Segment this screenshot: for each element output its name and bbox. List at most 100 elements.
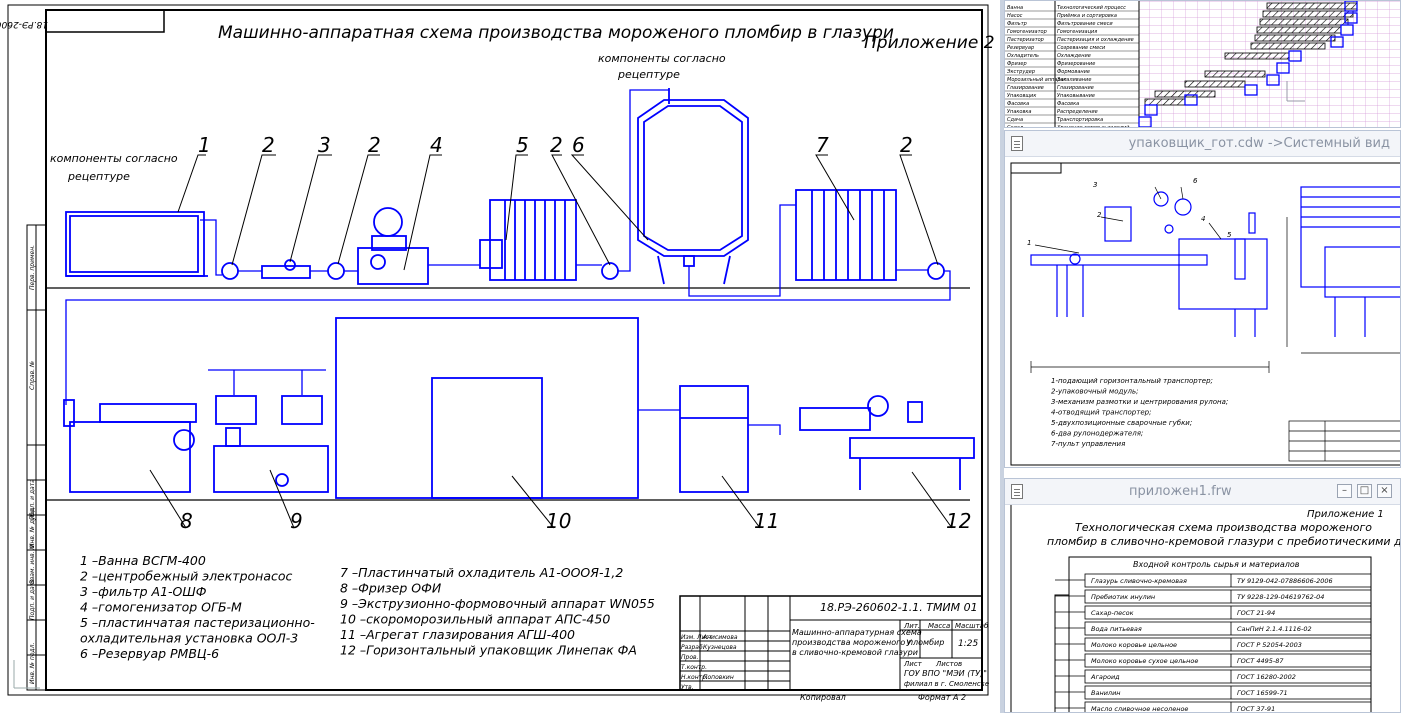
legend-item: 6 –Резервуар РМВЦ-6 bbox=[80, 646, 219, 661]
control-row-name: Масло сливочное несоленое bbox=[1091, 705, 1188, 713]
legend-item: 2 –центробежный электронасос bbox=[80, 569, 293, 584]
control-row-name: Молоко коровье цельное bbox=[1091, 641, 1177, 649]
control-row-doc: ТУ 9228-129-04619762-04 bbox=[1237, 593, 1324, 601]
title-block-row-name: Анисимова bbox=[702, 634, 738, 641]
callout-2: 2 bbox=[550, 133, 563, 157]
title-block-name-3: в сливочно-кремовой глазури bbox=[792, 648, 918, 657]
window-packer[interactable]: упаковщик_гот.cdw ->Системный вид 1 2 3 … bbox=[1004, 130, 1401, 468]
gantt-row-desc: Глазирование bbox=[1057, 85, 1094, 91]
callout-10: 10 bbox=[546, 509, 571, 533]
gantt-row-desc: Приёмка и сортировка bbox=[1057, 13, 1117, 19]
gantt-row-desc: Хранение готовых изделий bbox=[1056, 125, 1130, 128]
legend-left: 1 –Ванна ВСГМ-4002 –центробежный электро… bbox=[80, 553, 315, 661]
appendix-window-titlebar[interactable]: приложен1.frw – □ × bbox=[1005, 479, 1400, 505]
legend-item: охладительная установка ООЛ-3 bbox=[80, 631, 298, 646]
packer-callout: 6 bbox=[1193, 177, 1198, 185]
drawing-canvas: Машинно-аппаратная схема производства мо… bbox=[0, 4, 995, 702]
callout-6: 6 bbox=[572, 133, 585, 157]
callout-4: 4 bbox=[430, 133, 443, 157]
legend-item: 10 –скороморозильный аппарат АПС-450 bbox=[340, 612, 610, 627]
legend-item: 11 –Агрегат глазирования АГШ-400 bbox=[340, 627, 575, 642]
gantt-row-desc: Фильтрование смеси bbox=[1057, 21, 1113, 27]
packer-note: 5-двухпозиционные сварочные губки; bbox=[1051, 419, 1192, 427]
maximize-button[interactable]: □ bbox=[1357, 484, 1372, 498]
document-icon bbox=[1011, 484, 1023, 499]
packer-note: 1-подающий горизонтальный транспортер; bbox=[1051, 377, 1213, 385]
gantt-row-desc: Гомогенизация bbox=[1057, 29, 1097, 35]
drawing-title: Машинно-аппаратная схема производства мо… bbox=[218, 23, 894, 43]
gantt-row-name: Сдача bbox=[1007, 117, 1023, 123]
title-block-lit: У bbox=[906, 639, 912, 649]
legend-item: 9 –Экструзионно-формовочный аппарат WN05… bbox=[340, 596, 655, 611]
packer-window-titlebar[interactable]: упаковщик_гот.cdw ->Системный вид bbox=[1005, 131, 1400, 157]
title-block-row-label: Разраб. bbox=[681, 644, 705, 651]
packer-window-title: упаковщик_гот.cdw ->Системный вид bbox=[1128, 136, 1390, 151]
title-block-scale: 1:25 bbox=[958, 639, 978, 649]
side-label: Подп. и дата bbox=[29, 579, 36, 620]
title-block-org-1: ГОУ ВПО "МЭИ (ТУ)" bbox=[904, 669, 987, 678]
title-block-org-2: филиал в г. Смоленске bbox=[904, 680, 989, 688]
stamp-code-vertical: 18.РЭ-260602-1.1. ТМИМ 01 bbox=[0, 19, 48, 29]
control-row-name: Глазурь сливочно-кремовая bbox=[1091, 577, 1187, 585]
control-row-doc: ГОСТ 37-91 bbox=[1237, 705, 1275, 713]
components-note-left-2: рецептуре bbox=[67, 170, 130, 183]
callouts-bottom: 8 9 10 11 12 bbox=[180, 509, 971, 533]
gantt-row-name: Глазирование bbox=[1007, 85, 1044, 91]
components-note-top: компоненты согласно bbox=[598, 52, 726, 65]
gantt-row-desc: Пастеризация и охлаждение bbox=[1057, 37, 1134, 43]
gantt-row-desc: Формование bbox=[1057, 69, 1090, 75]
gantt-row-desc: Охлаждение bbox=[1057, 53, 1091, 59]
callout-9: 9 bbox=[290, 509, 303, 533]
appendix1-heading-2: пломбир в сливочно-кремовой глазури с пр… bbox=[1047, 535, 1401, 548]
main-drawing-view[interactable]: Машинно-аппаратная схема производства мо… bbox=[0, 0, 1000, 713]
minimize-button[interactable]: – bbox=[1337, 484, 1352, 498]
legend-item: 5 –пластинчатая пастеризационно- bbox=[80, 615, 315, 630]
gantt-row-name: Упаковщик bbox=[1007, 93, 1036, 99]
equipment-top-row bbox=[65, 88, 945, 285]
format-label: Формат А 2 bbox=[918, 693, 966, 702]
gantt-row-name: Фризер bbox=[1007, 61, 1027, 67]
packer-note: 2-упаковочный модуль; bbox=[1051, 388, 1138, 396]
appendix-drawing: Приложение 1 Технологическая схема произ… bbox=[1010, 505, 1401, 713]
title-block-row-label: Т.контр. bbox=[681, 664, 707, 671]
gantt-row-desc: Технологический процесс bbox=[1057, 5, 1126, 11]
gantt-canvas: Ванна Технологический процесс Насос Приёмка… bbox=[1005, 1, 1400, 128]
gantt-row-name: Фильтр bbox=[1007, 21, 1027, 27]
components-note-left: компоненты согласно bbox=[50, 152, 178, 165]
title-block-name-2: производства мороженого пломбир bbox=[792, 638, 944, 647]
gantt-row-desc: Фризерование bbox=[1057, 61, 1095, 67]
control-row-name: Пребиотик инулин bbox=[1091, 593, 1155, 601]
callout-8: 8 bbox=[180, 509, 193, 533]
window-appendix[interactable]: приложен1.frw – □ × Приложение 1 Техноло… bbox=[1004, 478, 1401, 713]
packer-callout: 3 bbox=[1093, 181, 1097, 189]
packer-note: 7-пульт управления bbox=[1051, 440, 1125, 448]
title-block-lit-header: Лит. bbox=[903, 622, 920, 630]
control-row-doc: ТУ 9129-042-07886606-2006 bbox=[1237, 577, 1333, 585]
control-row-name: Молоко коровье сухое цельное bbox=[1091, 657, 1198, 665]
side-label: Взам. инв. № bbox=[29, 543, 36, 584]
close-button[interactable]: × bbox=[1377, 484, 1392, 498]
packer-notes: 1-подающий горизонтальный транспортер; 2-… bbox=[1051, 377, 1228, 448]
callout-12: 12 bbox=[946, 509, 971, 533]
gantt-row-desc: Распределение bbox=[1057, 109, 1098, 115]
control-row-doc: ГОСТ 16599-71 bbox=[1237, 689, 1288, 697]
callout-3: 3 bbox=[318, 133, 331, 157]
callouts-top: 1232452672 bbox=[198, 133, 913, 157]
callout-2: 2 bbox=[368, 133, 381, 157]
side-stamp-labels: Перв. примен. Справ. № Подп. и дата Инв. № … bbox=[29, 245, 36, 684]
gantt-row-name: Склад bbox=[1007, 125, 1024, 128]
packer-note: 6-два рулонодержателя; bbox=[1051, 430, 1143, 438]
legend-item: 3 –фильтр А1-ОШФ bbox=[80, 584, 207, 599]
gantt-row-name: Ванна bbox=[1007, 5, 1023, 11]
copied-label: Копировал bbox=[800, 693, 846, 702]
legend-right: 7 –Пластинчатый охладитель А1-ОООЯ-1,28 … bbox=[340, 565, 655, 658]
title-block-row-label: Пров. bbox=[681, 654, 699, 661]
callout-7: 7 bbox=[816, 133, 829, 157]
legend-item: 4 –гомогенизатор ОГБ-М bbox=[80, 600, 242, 615]
title-block-code: 18.РЭ-260602-1.1. ТМИМ 01 bbox=[820, 601, 978, 614]
packer-callout: 2 bbox=[1097, 211, 1102, 219]
control-row-name: Агароид bbox=[1090, 673, 1120, 681]
callout-11: 11 bbox=[754, 509, 779, 533]
gantt-row-desc: Закаливание bbox=[1057, 77, 1091, 83]
window-gantt[interactable]: Ванна Технологический процесс Насос Приёмка… bbox=[1004, 0, 1401, 128]
